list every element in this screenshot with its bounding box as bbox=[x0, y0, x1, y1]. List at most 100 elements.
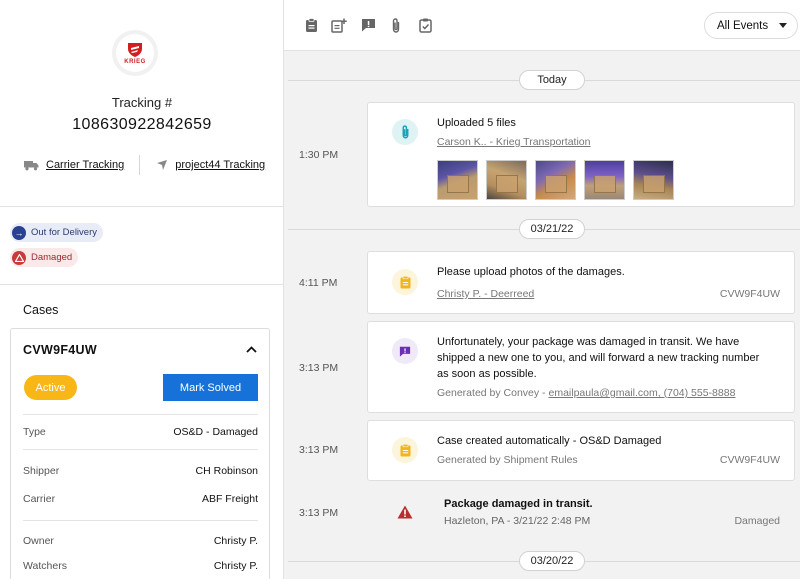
uploaded-files bbox=[437, 160, 674, 200]
event-status: Damaged bbox=[734, 515, 780, 527]
status-badge-label: Damaged bbox=[31, 252, 73, 263]
note-icon bbox=[392, 269, 418, 295]
timeline-event-card[interactable]: Uploaded 5 files Carson K.. - Krieg Tran… bbox=[367, 102, 795, 207]
timeline-event[interactable]: Package damaged in transit. Hazleton, PA… bbox=[367, 492, 795, 532]
timeline-panel: All Events Today 1:30 PM Uploaded 5 file… bbox=[284, 0, 800, 579]
case-detail-row: Owner Christy P. bbox=[23, 535, 258, 547]
file-thumbnail[interactable] bbox=[633, 160, 674, 200]
file-thumbnail[interactable] bbox=[535, 160, 576, 200]
carrier-logo-text: KRIEG bbox=[124, 58, 146, 65]
event-title: Please upload photos of the damages. bbox=[437, 266, 625, 278]
checklist-icon[interactable] bbox=[417, 17, 433, 33]
case-divider bbox=[23, 449, 258, 450]
timeline-event-card[interactable]: Case created automatically - OS&D Damage… bbox=[367, 420, 795, 481]
event-author-prefix: Generated by Convey - bbox=[437, 387, 549, 399]
tracking-label: Tracking # bbox=[111, 95, 173, 110]
krieg-shield-icon bbox=[128, 42, 142, 57]
tracking-number: 108630922842659 bbox=[72, 116, 212, 133]
truck-icon bbox=[24, 160, 39, 170]
event-case-id: CVW9F4UW bbox=[719, 288, 780, 300]
event-title: Case created automatically - OS&D Damage… bbox=[437, 435, 662, 447]
event-message-line: shipped a new one to you, and will forwa… bbox=[437, 352, 760, 364]
mark-solved-button[interactable]: Mark Solved bbox=[163, 374, 258, 401]
case-card: CVW9F4UW Active Mark Solved Type OS&D - … bbox=[10, 328, 270, 579]
arrow-right-icon: → bbox=[12, 225, 26, 240]
case-detail-key: Shipper bbox=[23, 465, 60, 477]
date-separator: 03/21/22 bbox=[519, 219, 585, 239]
case-status-pill: Active bbox=[24, 375, 77, 400]
case-detail-value: ABF Freight bbox=[201, 493, 258, 505]
case-detail-value: Christy P. bbox=[213, 560, 258, 572]
event-time: 3:13 PM bbox=[299, 444, 339, 456]
warning-icon bbox=[397, 505, 413, 524]
carrier-tracking-label: Carrier Tracking bbox=[46, 159, 125, 171]
carrier-tracking-link[interactable]: Carrier Tracking bbox=[24, 159, 124, 171]
paperclip-icon bbox=[392, 119, 418, 145]
event-title: Uploaded 5 files bbox=[437, 117, 516, 129]
event-author: Carson K.. - Krieg Transportation bbox=[437, 136, 591, 148]
clipboard-icon[interactable] bbox=[303, 17, 319, 33]
event-filter-select[interactable]: All Events bbox=[704, 12, 798, 39]
section-divider bbox=[0, 284, 284, 285]
event-case-id: CVW9F4UW bbox=[719, 454, 780, 466]
file-thumbnail[interactable] bbox=[437, 160, 478, 200]
timeline-event-card[interactable]: Unfortunately, your package was damaged … bbox=[367, 321, 795, 413]
event-message-line: as soon as possible. bbox=[437, 368, 537, 380]
case-divider bbox=[23, 414, 258, 415]
event-author-link[interactable]: Carson K.. - Krieg Transportation bbox=[437, 136, 591, 148]
case-detail-row: Carrier ABF Freight bbox=[23, 493, 258, 505]
event-time: 4:11 PM bbox=[299, 277, 338, 289]
timeline-toolbar: All Events bbox=[284, 0, 800, 51]
event-contact-link[interactable]: emailpaula@gmail.com, (704) 555-8888 bbox=[548, 387, 735, 399]
case-divider bbox=[23, 520, 258, 521]
event-title: Package damaged in transit. bbox=[444, 498, 593, 510]
cases-heading: Cases bbox=[23, 303, 59, 317]
message-alert-icon[interactable] bbox=[360, 17, 376, 33]
status-badge-label: Out for Delivery bbox=[31, 227, 97, 238]
event-time: 3:13 PM bbox=[299, 362, 339, 374]
event-author: Generated by Shipment Rules bbox=[437, 454, 578, 466]
chevron-down-icon bbox=[779, 23, 787, 28]
status-badge-damaged: Damaged bbox=[10, 248, 79, 267]
navigation-arrow-icon bbox=[157, 160, 168, 170]
section-divider bbox=[0, 206, 284, 207]
add-note-icon[interactable] bbox=[331, 17, 347, 33]
tracking-links: Carrier Tracking project44 Tracking bbox=[24, 155, 274, 175]
event-author-link[interactable]: Christy P. - Deerreed bbox=[437, 288, 534, 300]
file-thumbnail[interactable] bbox=[584, 160, 625, 200]
event-message: Unfortunately, your package was damaged … bbox=[437, 334, 759, 382]
file-thumbnail[interactable] bbox=[486, 160, 527, 200]
case-detail-value: CH Robinson bbox=[195, 465, 258, 477]
case-detail-key: Watchers bbox=[23, 560, 67, 572]
link-separator bbox=[139, 155, 141, 175]
event-author: Generated by Convey - emailpaula@gmail.c… bbox=[437, 387, 735, 399]
event-message-line: Unfortunately, your package was damaged … bbox=[437, 336, 740, 348]
message-alert-icon bbox=[392, 338, 418, 364]
case-detail-row: Type OS&D - Damaged bbox=[23, 426, 258, 438]
date-separator: Today bbox=[519, 70, 585, 90]
case-detail-row: Watchers Christy P. bbox=[23, 560, 258, 572]
event-location: Hazleton, PA - 3/21/22 2:48 PM bbox=[444, 515, 591, 527]
note-icon bbox=[392, 437, 418, 463]
p44-tracking-label: project44 Tracking bbox=[175, 159, 266, 171]
paperclip-icon[interactable] bbox=[388, 17, 404, 33]
carrier-logo: KRIEG bbox=[112, 30, 158, 76]
chevron-up-icon[interactable] bbox=[246, 342, 257, 356]
event-author: Christy P. - Deerreed bbox=[437, 288, 534, 300]
case-detail-value: OS&D - Damaged bbox=[173, 426, 258, 438]
case-detail-key: Owner bbox=[23, 535, 54, 547]
case-detail-row: Shipper CH Robinson bbox=[23, 465, 258, 477]
timeline-event-card[interactable]: Please upload photos of the damages. Chr… bbox=[367, 251, 795, 314]
status-badge-delivery: → Out for Delivery bbox=[10, 223, 103, 242]
date-separator: 03/20/22 bbox=[519, 551, 585, 571]
case-detail-key: Carrier bbox=[23, 493, 56, 505]
case-id: CVW9F4UW bbox=[23, 343, 97, 357]
warning-icon bbox=[12, 250, 26, 265]
event-time: 1:30 PM bbox=[299, 149, 339, 161]
p44-tracking-link[interactable]: project44 Tracking bbox=[156, 159, 265, 171]
shipment-panel: KRIEG Tracking # 108630922842659 Carrier… bbox=[0, 0, 284, 579]
event-filter-value: All Events bbox=[717, 19, 769, 32]
event-time: 3:13 PM bbox=[299, 507, 339, 519]
case-detail-key: Type bbox=[23, 426, 46, 438]
case-detail-value: Christy P. bbox=[213, 535, 258, 547]
